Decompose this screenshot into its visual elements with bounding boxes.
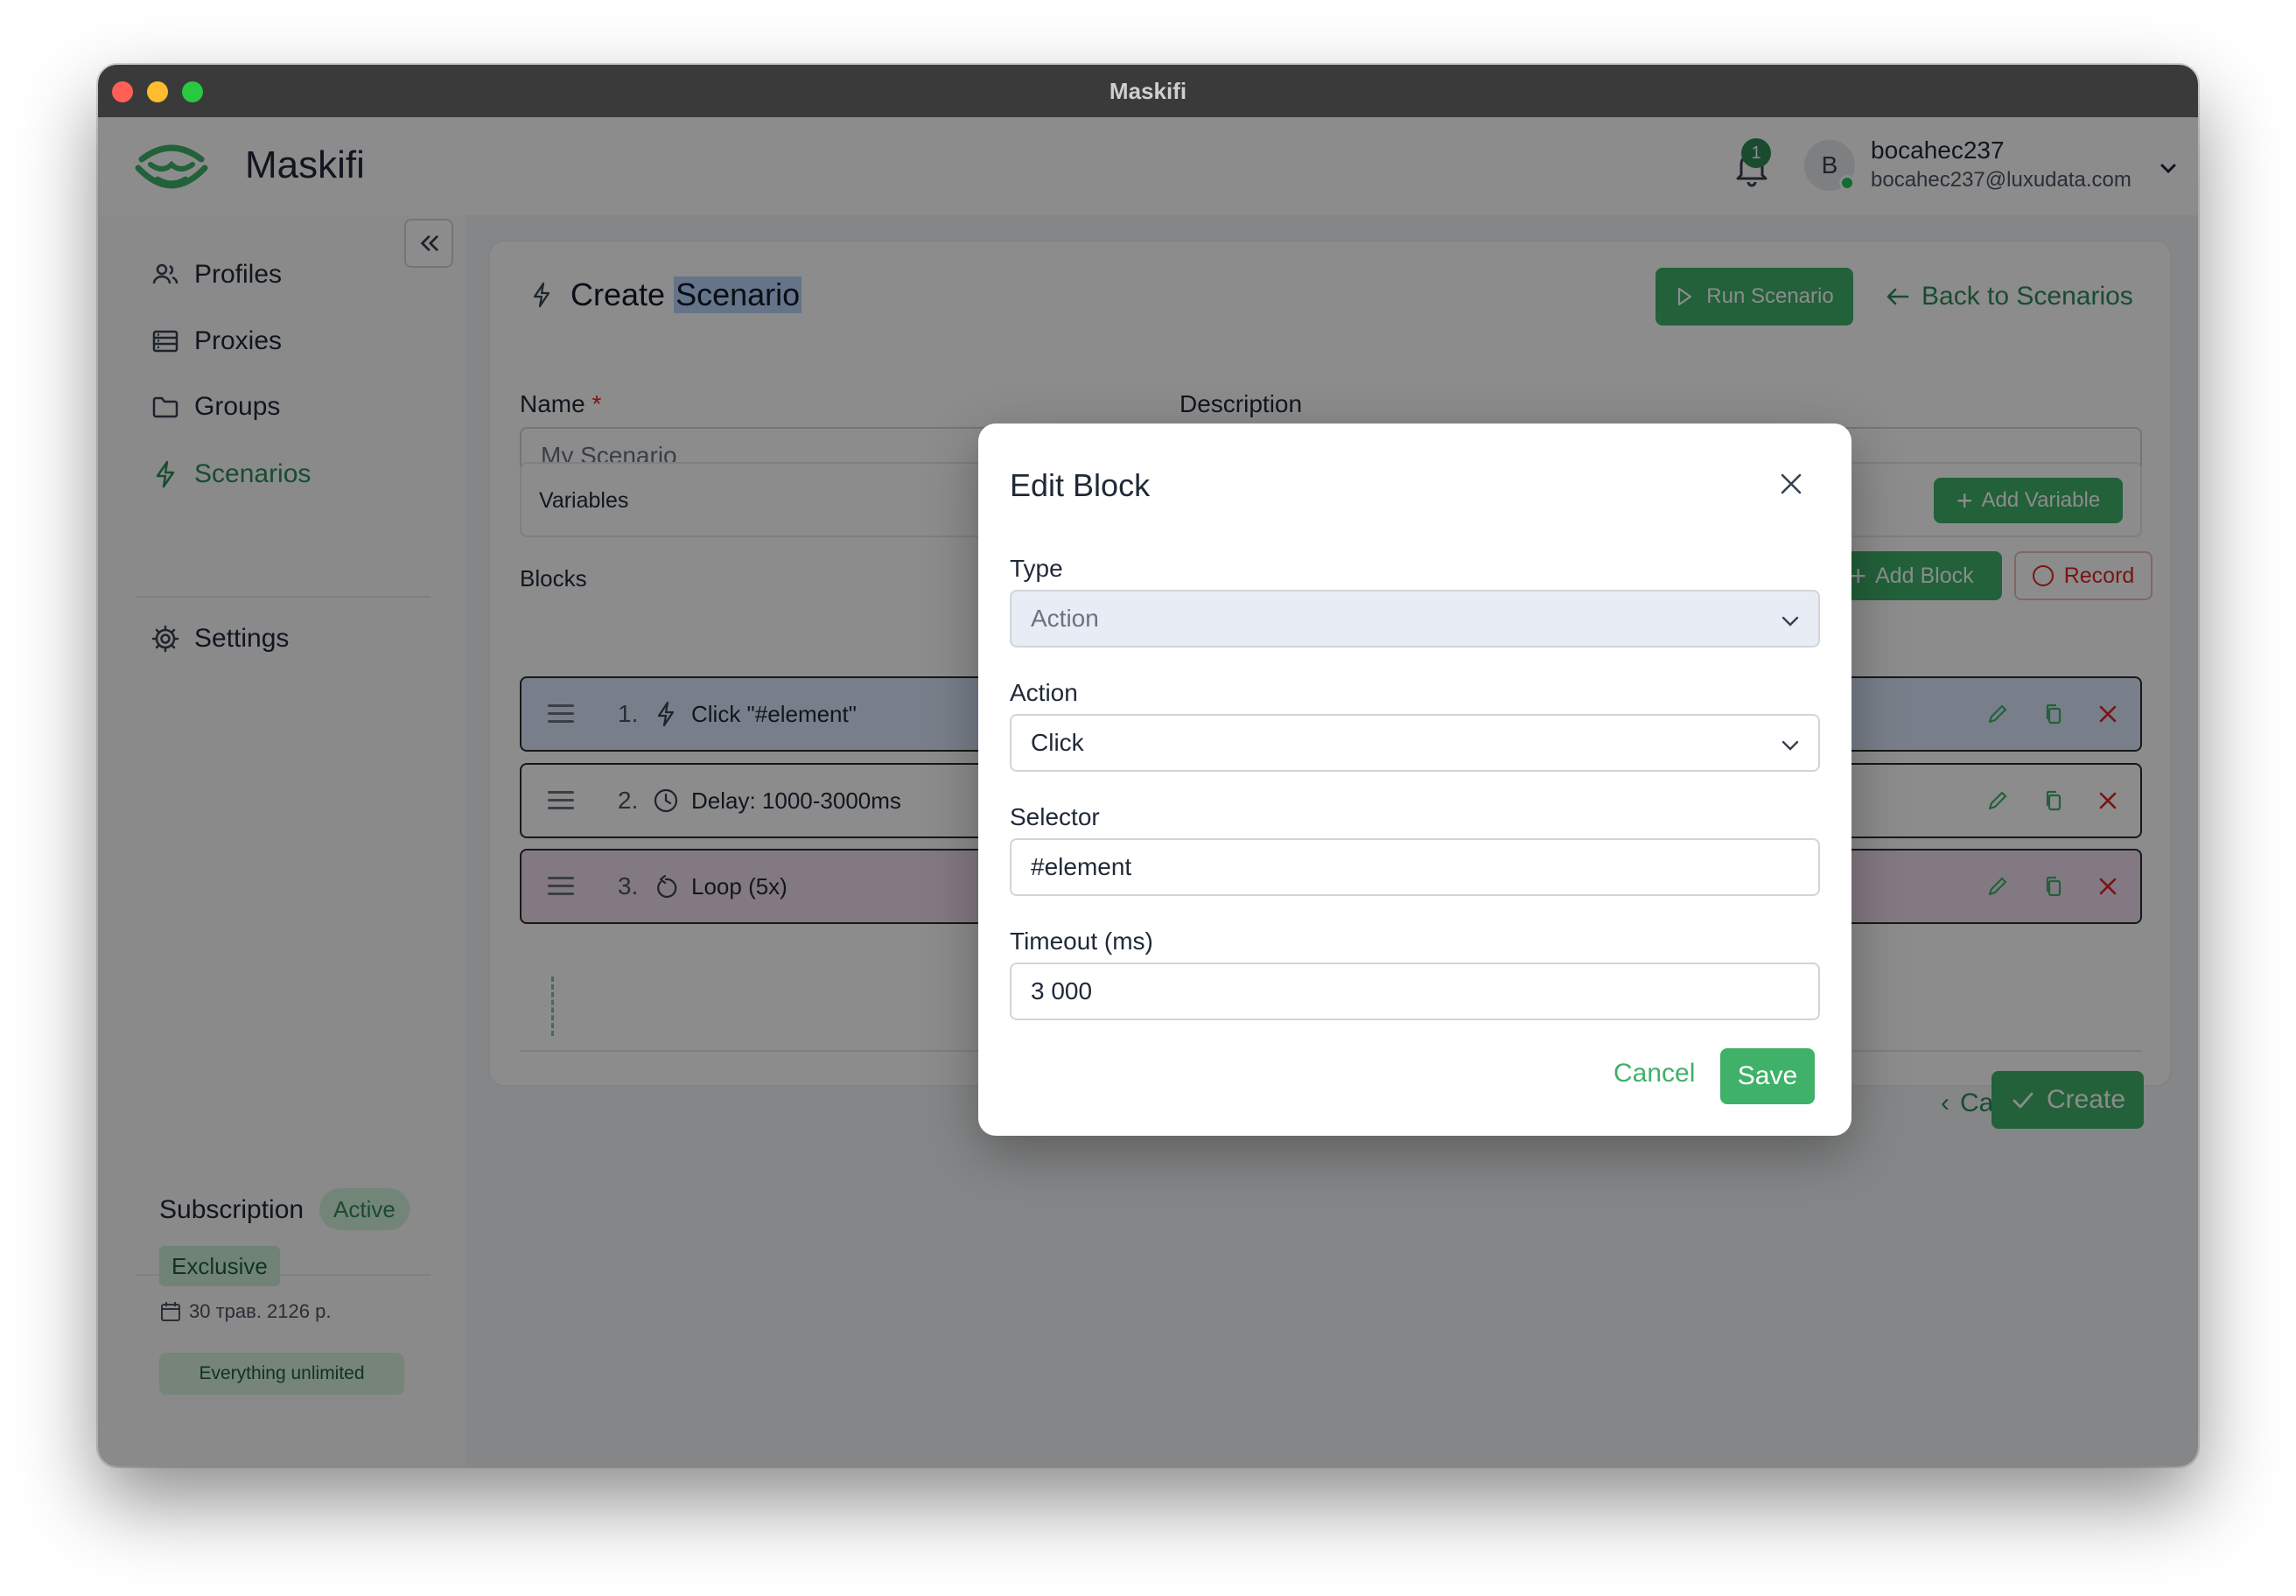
timeout-label: Timeout (ms) [1010,928,1153,955]
edit-block-dialog: Edit Block Type Action Action Click Sele… [978,424,1852,1136]
dialog-title: Edit Block [1010,467,1151,503]
title-bar: Maskifi [98,65,2198,117]
type-select: Action [1010,590,1820,648]
chevron-down-icon [1782,740,1799,751]
chevron-down-icon [1782,616,1799,626]
type-label: Type [1010,555,1063,582]
dialog-cancel-button[interactable]: Cancel [1614,1059,1695,1088]
app-body: Maskifi 1 B bocahec237 bocahec237@luxuda… [98,117,2198,1466]
selector-input[interactable]: #element [1010,838,1820,896]
action-value: Click [1031,729,1084,756]
timeout-input[interactable]: 3 000 [1010,962,1820,1020]
close-icon[interactable] [1776,469,1806,499]
app-window: Maskifi Maskifi 1 B bocahec237 bocahec23… [98,65,2198,1466]
save-button[interactable]: Save [1720,1048,1815,1104]
type-value: Action [1031,605,1099,632]
window-title: Maskifi [1109,78,1187,104]
selector-label: Selector [1010,803,1100,830]
action-label: Action [1010,679,1078,706]
action-select[interactable]: Click [1010,714,1820,772]
